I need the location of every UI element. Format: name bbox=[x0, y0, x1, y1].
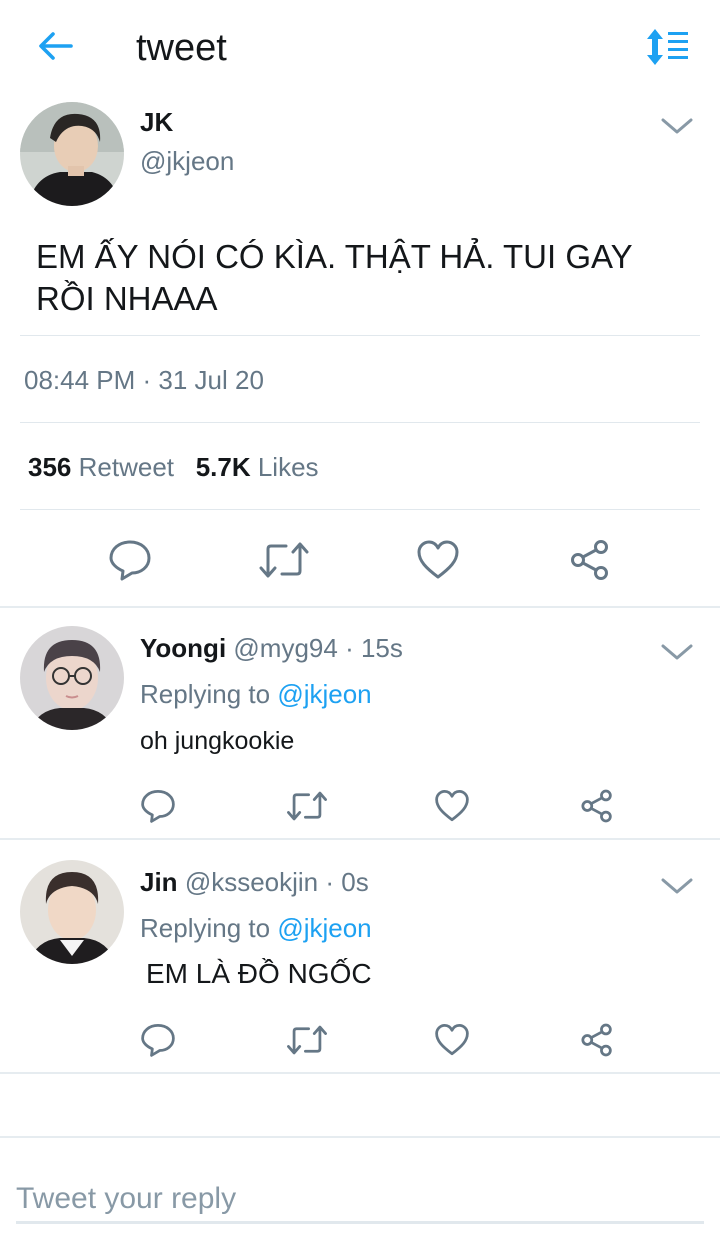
arrow-left-icon bbox=[39, 32, 73, 60]
page-title: tweet bbox=[136, 27, 227, 69]
tweet-stats: 356 Retweet 5.7K Likes bbox=[28, 451, 319, 483]
sort-list-icon bbox=[647, 29, 688, 65]
divider bbox=[20, 335, 700, 336]
reply-button[interactable] bbox=[104, 536, 156, 584]
reply-age: · 15s bbox=[345, 633, 403, 663]
likes-label: Likes bbox=[257, 452, 319, 482]
chevron-down-icon bbox=[661, 644, 693, 660]
author-name[interactable]: Yoongi bbox=[140, 633, 226, 663]
retweet-icon bbox=[287, 791, 327, 821]
share-icon bbox=[581, 789, 612, 823]
author-name[interactable]: Jin bbox=[140, 867, 178, 897]
avatar[interactable] bbox=[20, 860, 124, 964]
share-button[interactable] bbox=[564, 536, 616, 584]
author-handle[interactable]: @jkjeon bbox=[140, 146, 234, 176]
heart-icon bbox=[417, 540, 459, 579]
reply-menu-button[interactable] bbox=[659, 640, 695, 664]
like-button[interactable] bbox=[428, 1018, 476, 1062]
reply-menu-button[interactable] bbox=[659, 874, 695, 898]
replying-to-label: Replying to bbox=[140, 679, 271, 709]
reply-button[interactable] bbox=[134, 784, 182, 828]
reply-input[interactable] bbox=[16, 1176, 704, 1224]
share-button[interactable] bbox=[573, 1018, 621, 1062]
top-bar: tweet bbox=[0, 0, 720, 96]
divider bbox=[0, 1072, 720, 1074]
mention-link[interactable]: @jkjeon bbox=[277, 679, 371, 709]
reply-button[interactable] bbox=[134, 1018, 182, 1062]
replying-to-line: Replying to @jkjeon bbox=[140, 678, 372, 710]
author-name[interactable]: JK bbox=[140, 107, 173, 137]
retweet-count: 356 bbox=[28, 452, 72, 482]
tweet-actions bbox=[0, 526, 720, 592]
retweet-stat[interactable]: 356 Retweet bbox=[28, 452, 174, 482]
heart-icon bbox=[435, 1024, 469, 1056]
reply-composer bbox=[0, 1136, 720, 1234]
like-button[interactable] bbox=[428, 784, 476, 828]
chevron-down-icon bbox=[661, 118, 693, 134]
like-button[interactable] bbox=[412, 536, 464, 584]
retweet-button[interactable] bbox=[256, 536, 312, 584]
tweet-timestamp: 08:44 PM · 31 Jul 20 bbox=[24, 365, 264, 395]
retweet-label: Retweet bbox=[78, 452, 175, 482]
avatar[interactable] bbox=[20, 626, 124, 730]
divider bbox=[20, 509, 700, 510]
share-icon bbox=[581, 1023, 612, 1057]
comment-icon bbox=[141, 1024, 175, 1057]
likes-count: 5.7K bbox=[195, 452, 251, 482]
tweet-menu-button[interactable] bbox=[659, 114, 695, 138]
heart-icon bbox=[435, 790, 469, 822]
likes-stat[interactable]: 5.7K Likes bbox=[196, 452, 319, 482]
retweet-icon bbox=[259, 542, 309, 578]
comment-icon bbox=[109, 540, 151, 581]
profile-photo bbox=[20, 102, 124, 206]
reply-header: Jin @ksseokjin · 0s bbox=[140, 866, 369, 898]
retweet-button[interactable] bbox=[283, 1018, 331, 1062]
sort-button[interactable] bbox=[644, 27, 690, 67]
reply-text: EM LÀ ĐỒ NGỐC bbox=[146, 958, 372, 989]
reply-tweet: Jin @ksseokjin · 0s Replying to @jkjeon … bbox=[0, 840, 720, 1072]
chevron-down-icon bbox=[661, 878, 693, 894]
avatar[interactable] bbox=[20, 102, 124, 206]
retweet-button[interactable] bbox=[283, 784, 331, 828]
mention-link[interactable]: @jkjeon bbox=[277, 913, 371, 943]
retweet-icon bbox=[287, 1025, 327, 1055]
author-handle[interactable]: @ksseokjin bbox=[185, 867, 318, 897]
author-handle[interactable]: @myg94 bbox=[233, 633, 337, 663]
profile-photo bbox=[20, 860, 124, 964]
replying-to-label: Replying to bbox=[140, 913, 271, 943]
comment-icon bbox=[141, 790, 175, 823]
profile-photo bbox=[20, 626, 124, 730]
replying-to-line: Replying to @jkjeon bbox=[140, 912, 372, 944]
share-button[interactable] bbox=[573, 784, 621, 828]
back-button[interactable] bbox=[34, 26, 78, 66]
divider bbox=[20, 422, 700, 423]
reply-header: Yoongi @myg94 · 15s bbox=[140, 632, 403, 664]
share-icon bbox=[571, 540, 608, 580]
tweet-text: EM ẤY NÓI CÓ KÌA. THẬT HẢ. TUI GAY RỒI N… bbox=[36, 238, 632, 317]
reply-tweet: Yoongi @myg94 · 15s Replying to @jkjeon … bbox=[0, 608, 720, 840]
reply-text: oh jungkookie bbox=[140, 727, 295, 755]
reply-age: · 0s bbox=[325, 867, 369, 897]
